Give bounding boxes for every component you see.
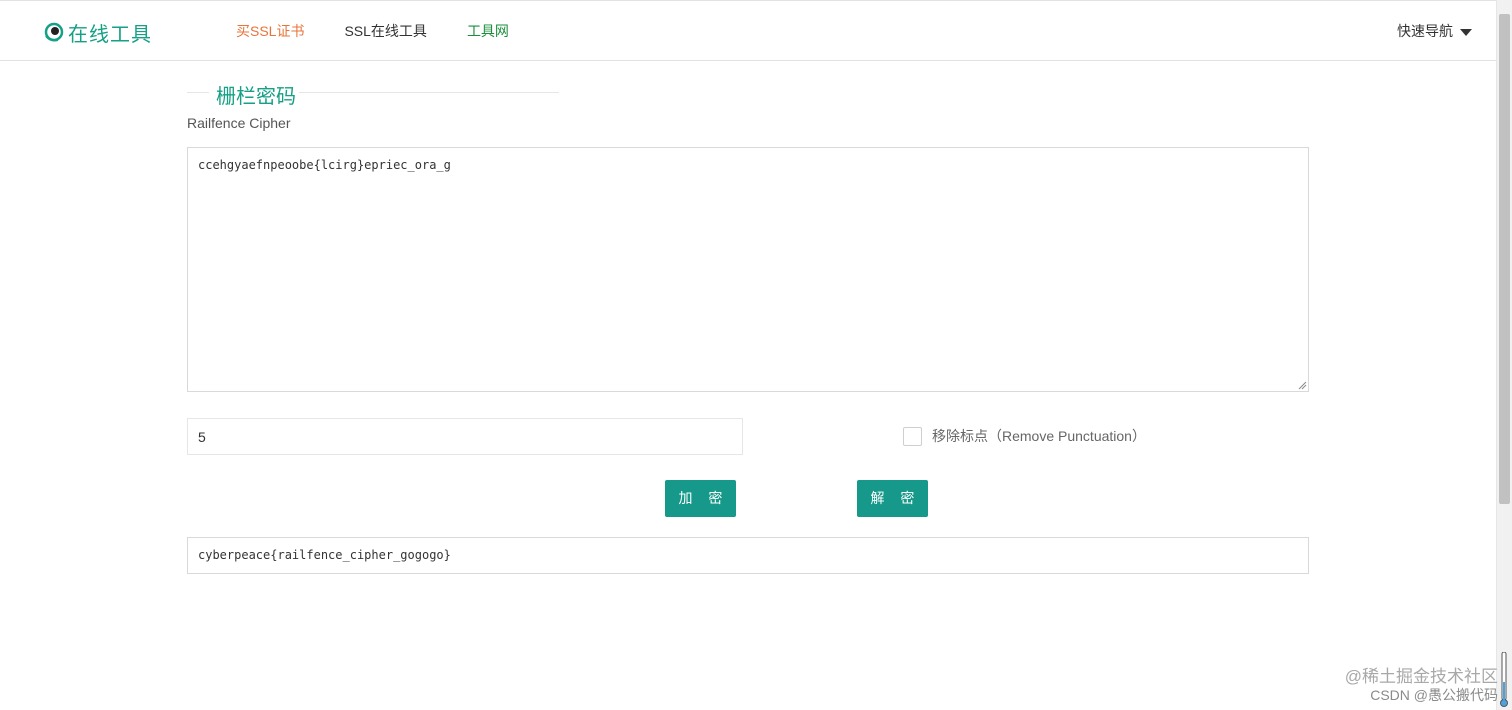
nav-buy-ssl[interactable]: 买SSL证书 — [236, 21, 304, 41]
page-scrollbar[interactable] — [1496, 0, 1512, 710]
scrollbar-thumb[interactable] — [1499, 14, 1510, 504]
cipher-output-textarea[interactable] — [187, 537, 1309, 574]
cipher-input-textarea[interactable] — [187, 147, 1309, 392]
top-header: 在线工具 买SSL证书 SSL在线工具 工具网 快速导航 — [0, 0, 1496, 61]
page: 在线工具 买SSL证书 SSL在线工具 工具网 快速导航 栅栏密码 Railfe… — [0, 0, 1512, 710]
rail-count-input[interactable] — [187, 418, 743, 455]
encrypt-button[interactable]: 加 密 — [665, 480, 736, 517]
nav-ssl-tools[interactable]: SSL在线工具 — [344, 21, 426, 41]
logo-text: 在线工具 — [68, 23, 152, 46]
section-legend: 栅栏密码 — [187, 80, 559, 108]
legend-line-left — [187, 92, 209, 93]
quick-nav-dropdown[interactable]: 快速导航 — [1397, 21, 1472, 41]
nav-tool-site[interactable]: 工具网 — [467, 21, 509, 41]
section-subtitle: Railfence Cipher — [187, 115, 291, 131]
remove-punctuation-checkbox[interactable] — [903, 426, 922, 446]
watermark: @稀土掘金技术社区 CSDN @愚公搬代码 — [1345, 668, 1498, 704]
quick-nav-label: 快速导航 — [1397, 23, 1453, 39]
resize-grip-icon[interactable] — [1297, 380, 1307, 390]
watermark-csdn: CSDN @愚公搬代码 — [1370, 687, 1498, 703]
remove-punctuation-option[interactable]: 移除标点（Remove Punctuation） — [903, 426, 1146, 446]
main-nav: 买SSL证书 SSL在线工具 工具网 — [236, 21, 509, 41]
remove-punctuation-label: 移除标点（Remove Punctuation） — [932, 428, 1146, 444]
logo-eye-icon — [44, 22, 64, 42]
legend-line-right — [299, 92, 559, 93]
caret-down-icon — [1460, 28, 1472, 36]
site-logo[interactable]: 在线工具 — [44, 17, 152, 47]
section-title: 栅栏密码 — [216, 86, 296, 108]
thermometer-icon — [1500, 652, 1508, 707]
decrypt-button[interactable]: 解 密 — [857, 480, 928, 517]
watermark-juejin: @稀土掘金技术社区 — [1344, 667, 1498, 686]
